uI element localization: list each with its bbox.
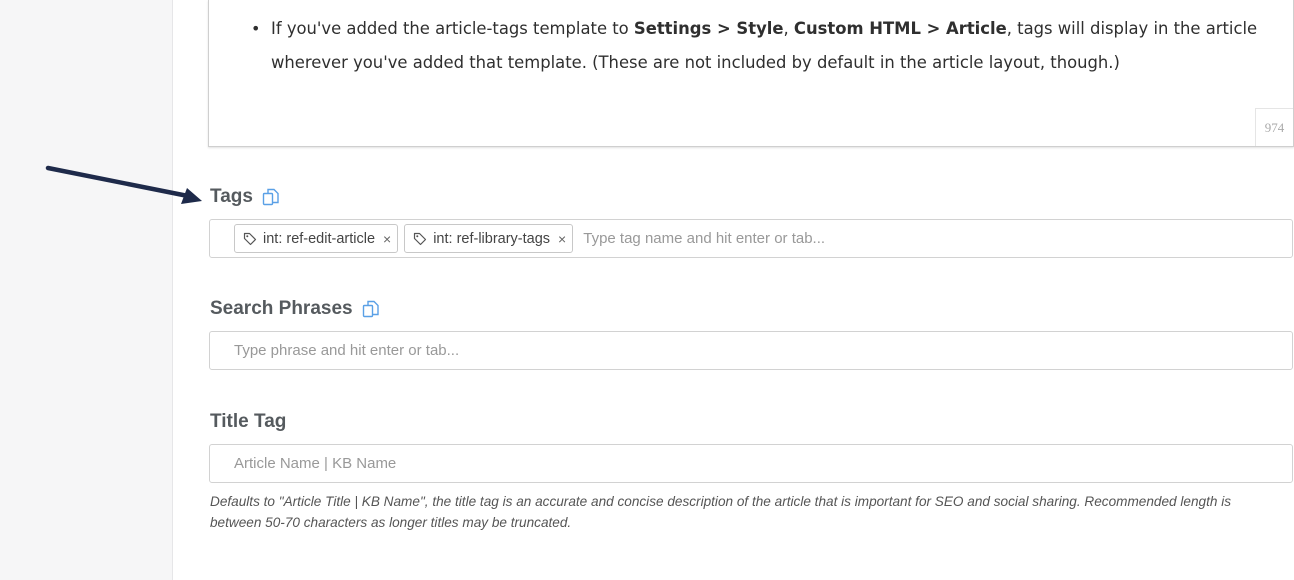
tag-chip[interactable]: int: ref-library-tags × [404, 224, 574, 253]
tag-chip-label: int: ref-library-tags [433, 230, 551, 247]
editor-bullet-list: If you've added the article-tags templat… [249, 12, 1259, 80]
copy-icon[interactable] [261, 187, 281, 207]
title-tag-label: Title Tag [210, 411, 286, 433]
editor-bullet-item: If you've added the article-tags templat… [249, 12, 1259, 80]
character-count: 974 [1255, 108, 1293, 146]
arrow-annotation [45, 165, 202, 204]
title-tag-help-text: Defaults to "Article Title | KB Name", t… [210, 494, 1232, 530]
tags-label: Tags [210, 186, 281, 208]
left-sidebar [0, 0, 173, 580]
tags-label-text: Tags [210, 186, 253, 207]
bold-settings-style: Settings > Style [633, 19, 784, 38]
tags-placeholder[interactable]: Type tag name and hit enter or tab... [583, 230, 825, 247]
tag-icon [413, 232, 427, 246]
bold-custom-html: Custom HTML > Article [793, 19, 1007, 38]
title-tag-input[interactable]: Article Name | KB Name [209, 444, 1293, 483]
search-phrases-input[interactable]: Type phrase and hit enter or tab... [209, 331, 1293, 370]
search-phrases-label-text: Search Phrases [210, 298, 353, 319]
article-editor[interactable]: If you've added the article-tags templat… [208, 0, 1294, 147]
bullet-text: If you've added the article-tags templat… [271, 19, 634, 38]
tag-icon [243, 232, 257, 246]
title-tag-label-text: Title Tag [210, 411, 287, 432]
title-tag-placeholder: Article Name | KB Name [234, 455, 397, 472]
remove-tag-button[interactable]: × [383, 231, 391, 247]
search-phrases-placeholder: Type phrase and hit enter or tab... [234, 342, 460, 359]
bullet-separator: , [783, 19, 794, 38]
copy-icon[interactable] [361, 299, 381, 319]
remove-tag-button[interactable]: × [558, 231, 566, 247]
tags-input[interactable]: int: ref-edit-article × int: ref-library… [209, 219, 1293, 258]
tag-chip[interactable]: int: ref-edit-article × [234, 224, 399, 253]
search-phrases-label: Search Phrases [210, 298, 381, 320]
tag-chip-label: int: ref-edit-article [263, 230, 376, 247]
